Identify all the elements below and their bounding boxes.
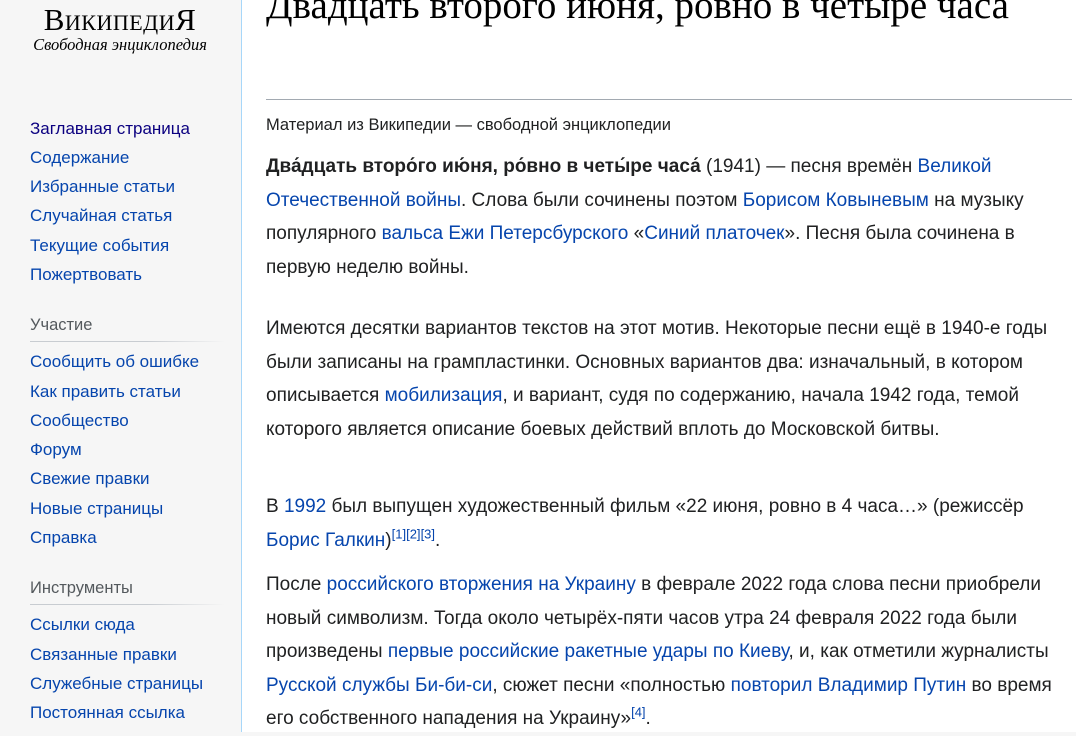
article-content: Двадцать второго июня, ровно в четыре ча… <box>241 0 1076 732</box>
portal-divider <box>30 604 225 605</box>
reference-link[interactable]: [3] <box>421 526 435 541</box>
portal-heading-tools: Инструменты <box>30 579 133 597</box>
heading-divider <box>266 99 1072 100</box>
paragraph-2022: После российского вторжения на Украину в… <box>266 568 1072 736</box>
link-waltz[interactable]: вальса Ежи Петерсбурского <box>382 223 629 244</box>
paragraph-variants: Имеются десятки вариантов текстов на это… <box>266 312 1072 446</box>
link-putin-repeated[interactable]: повторил Владимир Путин <box>731 675 967 696</box>
paragraph-film: В 1992 был выпущен художественный фильм … <box>266 490 1072 557</box>
text: « <box>628 223 645 245</box>
nav-help[interactable]: Справка <box>30 527 97 549</box>
nav-community[interactable]: Сообщество <box>30 410 129 432</box>
reference-link[interactable]: [4] <box>631 705 645 720</box>
link-blue-kerchief[interactable]: Синий платочек <box>644 223 784 244</box>
portal-heading-participation: Участие <box>30 316 93 334</box>
text: После <box>266 574 327 595</box>
link-director[interactable]: Борис Галкин <box>266 530 385 551</box>
nav-featured-articles[interactable]: Избранные статьи <box>30 176 175 198</box>
link-missile-strikes[interactable]: первые российские ракетные удары по Киев… <box>388 641 789 662</box>
article-bold-title: Два́дцать второ́го ию́ня, ро́вно в четы́… <box>266 156 701 177</box>
link-invasion[interactable]: российского вторжения на Украину <box>327 574 636 595</box>
nav-random-article[interactable]: Случайная статья <box>30 205 172 227</box>
nav-forum[interactable]: Форум <box>30 439 82 461</box>
nav-recent-changes[interactable]: Свежие правки <box>30 468 150 490</box>
logo-tagline: Свободная энциклопедия <box>33 35 207 54</box>
nav-related-changes[interactable]: Связанные правки <box>30 644 177 666</box>
link-mobilization[interactable]: мобилизация <box>385 385 503 406</box>
portal-divider <box>30 341 225 342</box>
sidebar: ВикипедиЯ Свободная энциклопедия Заглавн… <box>0 0 241 732</box>
text: В <box>266 496 284 517</box>
nav-how-to-edit[interactable]: Как править статьи <box>30 381 181 403</box>
logo-wordmark: ВикипедиЯ <box>43 2 197 37</box>
page-title: Двадцать второго июня, ровно в четыре ча… <box>266 0 1009 27</box>
nav-new-pages[interactable]: Новые страницы <box>30 498 163 520</box>
text: . <box>435 529 441 551</box>
text: (1941) — песня времён <box>700 156 918 177</box>
link-bbc-russian[interactable]: Русской службы Би-би-си <box>266 675 492 696</box>
text: , и, как отметили журналисты <box>788 641 1049 663</box>
paragraph-intro: Два́дцать второ́го ию́ня, ро́вно в четы́… <box>266 150 1072 284</box>
text: . <box>645 708 651 730</box>
nav-main-page[interactable]: Заглавная страница <box>30 118 190 140</box>
text: . Слова были сочинены поэтом <box>460 189 743 211</box>
reference-link[interactable]: [2] <box>406 526 420 541</box>
nav-special-pages[interactable]: Служебные страницы <box>30 673 203 695</box>
text: , сюжет песни «полностью <box>492 674 731 696</box>
nav-what-links-here[interactable]: Ссылки сюда <box>30 614 135 636</box>
link-poet[interactable]: Борисом Ковыневым <box>743 190 929 211</box>
reference-link[interactable]: [1] <box>392 526 406 541</box>
nav-contents[interactable]: Содержание <box>30 147 129 169</box>
link-1992[interactable]: 1992 <box>284 496 326 517</box>
nav-permanent-link[interactable]: Постоянная ссылка <box>30 702 185 724</box>
text: был выпущен художественный фильм «22 июн… <box>326 496 1024 517</box>
site-subtitle: Материал из Википедии — свободной энцикл… <box>266 116 671 134</box>
nav-report-error[interactable]: Сообщить об ошибке <box>30 351 199 373</box>
nav-current-events[interactable]: Текущие события <box>30 235 169 257</box>
nav-donate[interactable]: Пожертвовать <box>30 264 142 286</box>
wikipedia-logo[interactable]: ВикипедиЯ Свободная энциклопедия <box>20 2 220 54</box>
